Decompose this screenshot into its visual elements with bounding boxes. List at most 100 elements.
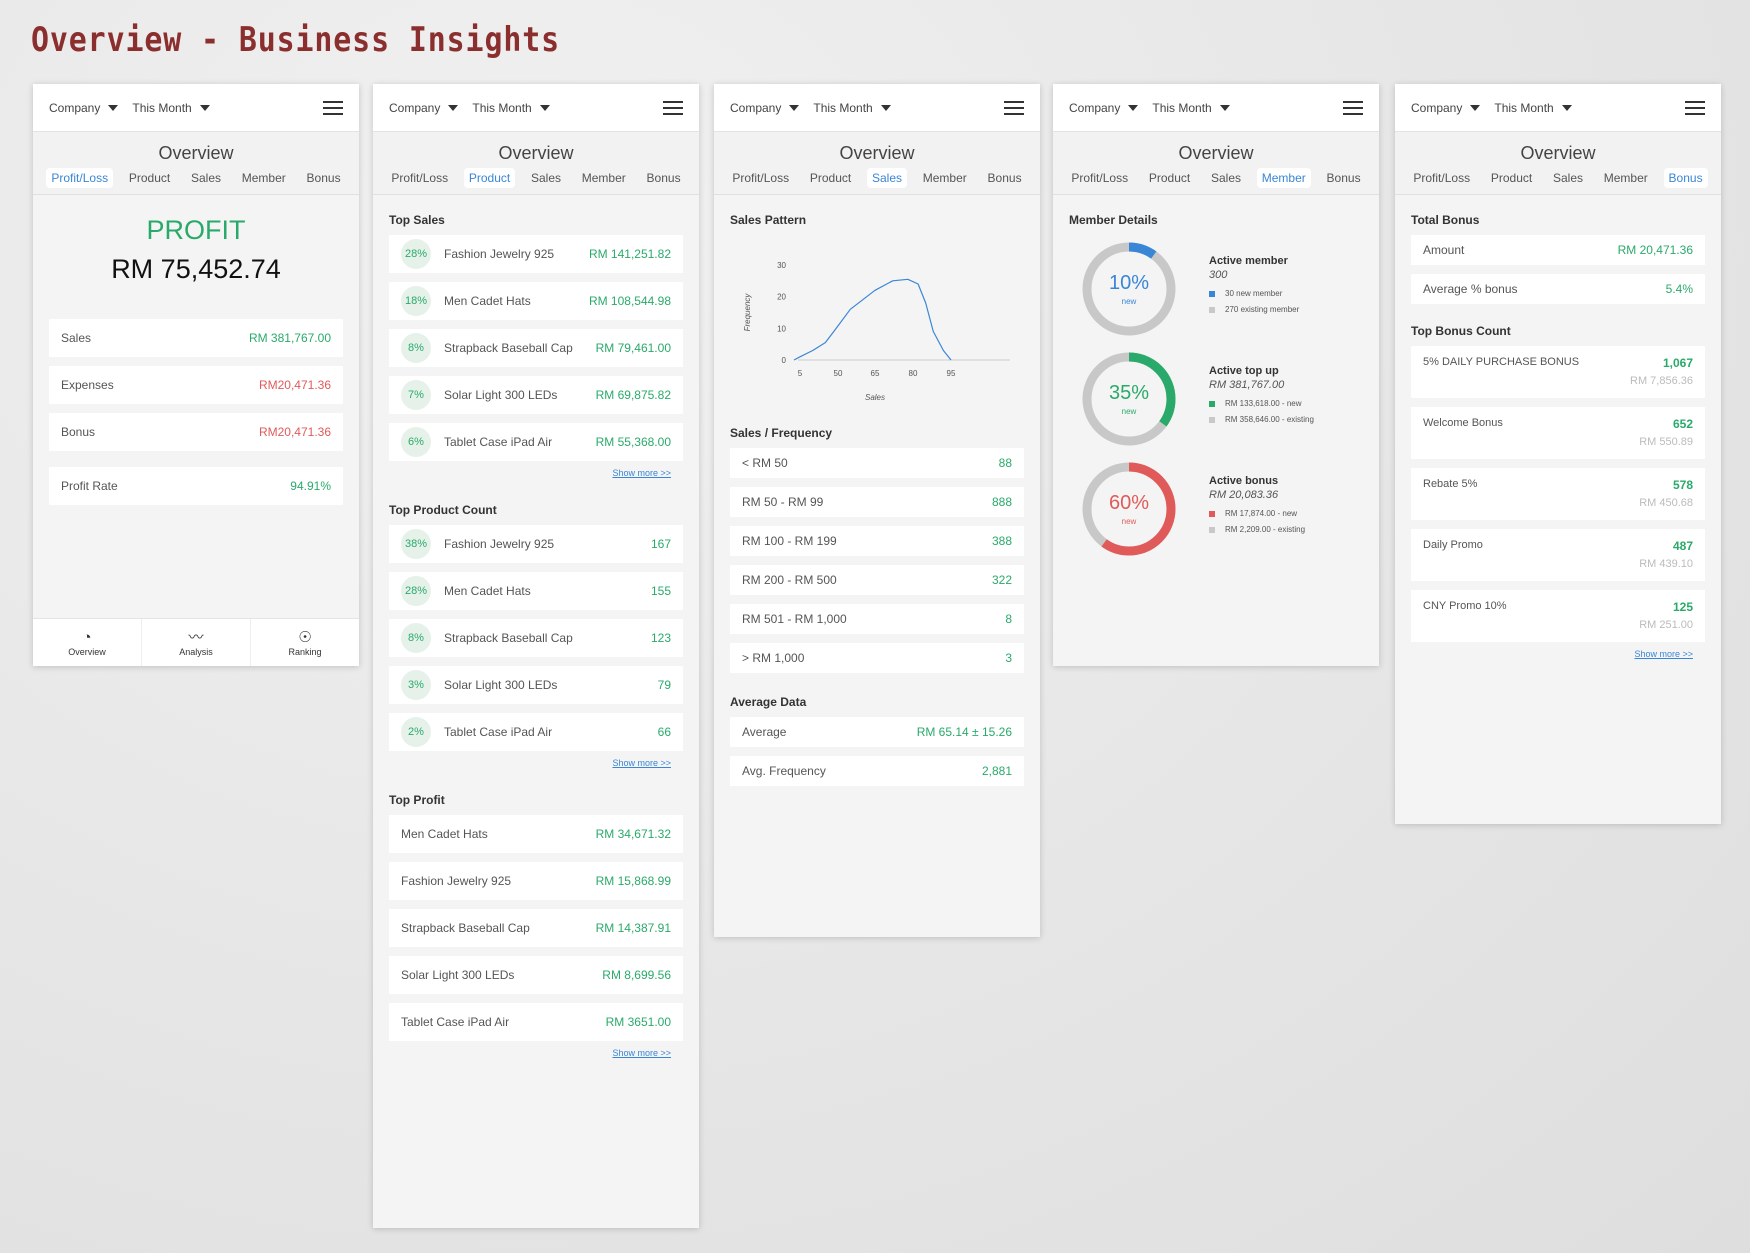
medal-icon: ☉ bbox=[298, 628, 312, 646]
wave-chart-icon: 〰 bbox=[188, 628, 204, 646]
show-more-link[interactable]: Show more >> bbox=[389, 468, 683, 478]
list-item: 8% Strapback Baseball Cap 123 bbox=[389, 619, 683, 657]
item-value: RM 34,671.32 bbox=[595, 827, 671, 841]
tab-member[interactable]: Member bbox=[237, 168, 291, 188]
row-label: Sales bbox=[61, 331, 92, 345]
item-name: Fashion Jewelry 925 bbox=[444, 247, 555, 261]
item-value: RM 79,461.00 bbox=[595, 341, 671, 355]
period-dropdown[interactable]: This Month bbox=[813, 101, 891, 115]
company-dropdown[interactable]: Company bbox=[389, 101, 459, 115]
menu-icon[interactable] bbox=[663, 97, 683, 119]
tab-member[interactable]: Member bbox=[1599, 168, 1653, 188]
tab-profit-loss[interactable]: Profit/Loss bbox=[1408, 168, 1475, 188]
tab-product[interactable]: Product bbox=[463, 168, 516, 188]
tab-bonus[interactable]: Bonus bbox=[983, 168, 1027, 188]
legend-item: RM 358,646.00 - existing bbox=[1209, 415, 1314, 424]
tab-profit-loss[interactable]: Profit/Loss bbox=[1066, 168, 1133, 188]
member-stat-block: 35% new Active top up RM 381,767.00 RM 133,6… bbox=[1069, 349, 1363, 459]
tab-profit-loss[interactable]: Profit/Loss bbox=[386, 168, 453, 188]
item-name: Men Cadet Hats bbox=[444, 584, 531, 598]
period-dropdown-label: This Month bbox=[1494, 100, 1554, 115]
row-label: Average % bonus bbox=[1423, 282, 1518, 296]
tab-member[interactable]: Member bbox=[918, 168, 972, 188]
company-dropdown-label: Company bbox=[730, 100, 782, 115]
product-panel: Company This Month Overview Profit/Loss … bbox=[373, 84, 699, 1228]
period-dropdown[interactable]: This Month bbox=[1494, 100, 1572, 115]
caret-down-icon bbox=[108, 104, 119, 111]
row-value: 2,881 bbox=[981, 764, 1012, 778]
company-dropdown[interactable]: Company bbox=[49, 101, 119, 115]
row-value: 8 bbox=[1005, 612, 1012, 626]
overview-header: Overview Profit/Loss Product Sales Membe… bbox=[1053, 132, 1379, 195]
tab-bonus[interactable]: Bonus bbox=[302, 168, 346, 188]
list-item: Solar Light 300 LEDs RM 8,699.56 bbox=[389, 956, 683, 994]
legend-swatch bbox=[1209, 400, 1215, 407]
legend-swatch bbox=[1209, 290, 1215, 297]
top-bar: Company This Month bbox=[1395, 84, 1721, 132]
bonus-count: 125 bbox=[1672, 600, 1693, 614]
bonus-name: Welcome Bonus bbox=[1423, 417, 1503, 429]
nav-overview[interactable]: ◔ Overview bbox=[33, 619, 142, 666]
bonus-name: Rebate 5% bbox=[1423, 478, 1478, 490]
donut-ring: 35% new bbox=[1079, 349, 1179, 449]
list-item: 8% Strapback Baseball Cap RM 79,461.00 bbox=[389, 329, 683, 367]
summary-row-expenses: Expenses RM20,471.36 bbox=[49, 366, 343, 404]
legend-item: RM 2,209.00 - existing bbox=[1209, 525, 1305, 534]
legend-label: 30 new member bbox=[1225, 289, 1283, 298]
tab-product[interactable]: Product bbox=[124, 168, 175, 188]
tab-sales[interactable]: Sales bbox=[866, 168, 907, 188]
menu-icon[interactable] bbox=[1004, 97, 1024, 119]
menu-icon[interactable] bbox=[1685, 97, 1705, 119]
bonus-amount-row: Amount RM 20,471.36 bbox=[1411, 235, 1705, 265]
tab-sales[interactable]: Sales bbox=[1548, 168, 1588, 188]
donut-new-label: new bbox=[1121, 297, 1137, 306]
tab-bonus[interactable]: Bonus bbox=[1663, 168, 1708, 188]
nav-analysis[interactable]: 〰 Analysis bbox=[142, 619, 251, 666]
company-dropdown[interactable]: Company bbox=[1411, 101, 1481, 115]
tab-profit-loss[interactable]: Profit/Loss bbox=[46, 168, 114, 188]
tab-sales[interactable]: Sales bbox=[1206, 168, 1246, 188]
x-tick-label: 65 bbox=[871, 369, 880, 378]
menu-icon[interactable] bbox=[323, 97, 343, 119]
menu-icon[interactable] bbox=[1343, 97, 1363, 119]
overview-title: Overview bbox=[839, 143, 915, 163]
caret-down-icon bbox=[448, 104, 459, 111]
show-more-link[interactable]: Show more >> bbox=[389, 1048, 683, 1058]
item-value: 123 bbox=[650, 631, 671, 645]
legend-item: 30 new member bbox=[1209, 289, 1299, 298]
profit-amount: RM 75,452.74 bbox=[111, 254, 281, 284]
tab-member[interactable]: Member bbox=[1256, 168, 1311, 188]
item-value: RM 14,387.91 bbox=[595, 921, 671, 935]
show-more-link[interactable]: Show more >> bbox=[389, 758, 683, 768]
tab-profit-loss[interactable]: Profit/Loss bbox=[727, 168, 794, 188]
company-dropdown[interactable]: Company bbox=[1069, 101, 1139, 115]
tab-product[interactable]: Product bbox=[805, 168, 856, 188]
tab-bonus[interactable]: Bonus bbox=[1322, 168, 1366, 188]
bonus-amount: RM 7,856.36 bbox=[1630, 375, 1693, 387]
list-item: 28% Fashion Jewelry 925 RM 141,251.82 bbox=[389, 235, 683, 273]
percent-badge: 38% bbox=[401, 529, 431, 559]
item-name: Fashion Jewelry 925 bbox=[444, 537, 555, 551]
period-dropdown[interactable]: This Month bbox=[132, 101, 210, 115]
tab-member[interactable]: Member bbox=[577, 168, 631, 188]
tab-sales[interactable]: Sales bbox=[526, 168, 566, 188]
tab-sales[interactable]: Sales bbox=[186, 168, 226, 188]
period-dropdown[interactable]: This Month bbox=[1152, 101, 1230, 115]
item-value: RM 55,368.00 bbox=[595, 435, 671, 449]
show-more-link[interactable]: Show more >> bbox=[1411, 649, 1705, 659]
period-dropdown[interactable]: This Month bbox=[472, 101, 550, 115]
nav-ranking[interactable]: ☉ Ranking bbox=[251, 619, 359, 666]
row-value: 94.91% bbox=[290, 479, 331, 493]
list-item: Tablet Case iPad Air RM 3651.00 bbox=[389, 1003, 683, 1041]
tab-bonus[interactable]: Bonus bbox=[642, 168, 686, 188]
legend-label: RM 17,874.00 - new bbox=[1225, 509, 1298, 518]
tab-product[interactable]: Product bbox=[1486, 168, 1537, 188]
summary-row-profit-rate: Profit Rate 94.91% bbox=[49, 467, 343, 505]
tab-product[interactable]: Product bbox=[1144, 168, 1195, 188]
company-dropdown[interactable]: Company bbox=[730, 100, 800, 115]
item-name: Strapback Baseball Cap bbox=[444, 341, 573, 355]
table-row: Average RM 65.14 ± 15.26 bbox=[730, 717, 1024, 747]
section-title: Total Bonus bbox=[1411, 213, 1480, 227]
member-info-subtitle: 300 bbox=[1209, 269, 1228, 281]
bonus-count: 652 bbox=[1672, 417, 1693, 431]
